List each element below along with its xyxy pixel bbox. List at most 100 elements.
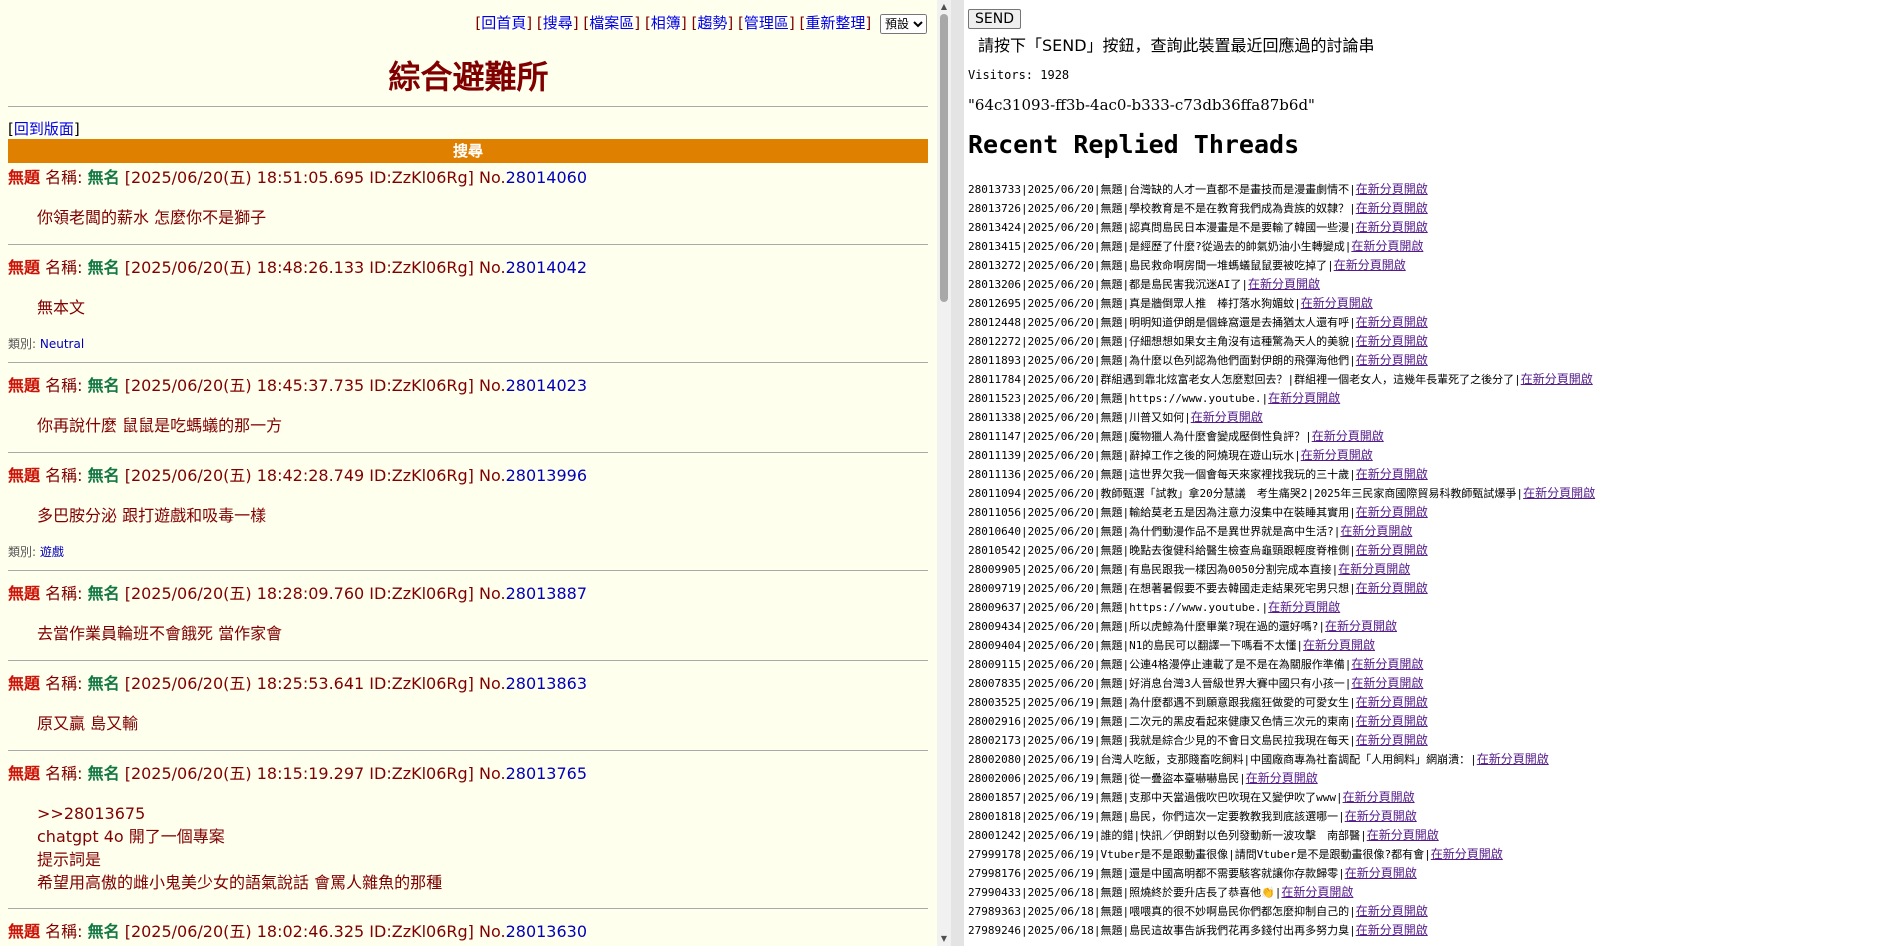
open-new-tab-link[interactable]: 在新分頁開啟 — [1340, 524, 1412, 538]
open-new-tab-link[interactable]: 在新分頁開啟 — [1356, 714, 1428, 728]
open-new-tab-link[interactable]: 在新分頁開啟 — [1191, 410, 1263, 424]
send-button[interactable]: SEND — [968, 9, 1021, 29]
thread-row: 28011136|2025/06/20|無題|這世界欠我一個會每天來家裡找我玩的… — [968, 465, 1595, 484]
top-nav: [回首頁] [搜尋] [檔案區] [相簿] [趨勢] [管理區] [重新整理] … — [475, 12, 927, 34]
open-new-tab-link[interactable]: 在新分頁開啟 — [1356, 182, 1428, 196]
bracket: ] — [634, 14, 641, 32]
open-new-tab-link[interactable]: 在新分頁開啟 — [1356, 581, 1428, 595]
open-new-tab-link[interactable]: 在新分頁開啟 — [1523, 486, 1595, 500]
post-header: 無題 名稱: 無名 [2025/06/20(五) 18:45:37.735 ID… — [8, 376, 928, 396]
post-number-link[interactable]: 28013996 — [506, 466, 587, 485]
open-new-tab-link[interactable]: 在新分頁開啟 — [1356, 201, 1428, 215]
poster-name: 無名 — [87, 764, 120, 783]
thread-info: 28012448|2025/06/20|無題|明明知道伊朗是個蜂窩還是去捅猶太人… — [968, 316, 1356, 329]
post: 無題 名稱: 無名 [2025/06/20(五) 18:45:37.735 ID… — [8, 376, 928, 437]
open-new-tab-link[interactable]: 在新分頁開啟 — [1356, 543, 1428, 557]
post-line: 多巴胺分泌 跟打遊戲和吸毒一樣 — [37, 506, 267, 525]
open-new-tab-link[interactable]: 在新分頁開啟 — [1356, 695, 1428, 709]
sort-select[interactable]: 預設 — [880, 14, 927, 34]
open-new-tab-link[interactable]: 在新分頁開啟 — [1345, 809, 1417, 823]
open-new-tab-link[interactable]: 在新分頁開啟 — [1356, 220, 1428, 234]
post-number-link[interactable]: 28013887 — [506, 584, 587, 603]
thread-row: 28010640|2025/06/20|無題|為什們動漫作品不是異世界就是高中生… — [968, 522, 1595, 541]
post-number-link[interactable]: 28014023 — [506, 376, 587, 395]
device-id: "64c31093-ff3b-4ac0-b333-c73db36ffa87b6d… — [968, 96, 1315, 114]
post-divider — [8, 570, 928, 571]
scroll-up-icon[interactable]: ▲ — [937, 0, 951, 14]
thread-info: 27989363|2025/06/18|無題|喂喂真的很不妙啊島民你們都怎麼抑制… — [968, 905, 1356, 918]
open-new-tab-link[interactable]: 在新分頁開啟 — [1356, 353, 1428, 367]
thread-row: 28009637|2025/06/20|無題|https://www.youtu… — [968, 598, 1595, 617]
thread-info: 28012272|2025/06/20|無題|仔細想想如果女主角沒有這種驚為天人… — [968, 335, 1356, 348]
thread-row: 27998176|2025/06/19|無題|還是中國高明都不需要駭客就讓你存款… — [968, 864, 1595, 883]
nav-admin-link[interactable]: 管理區 — [744, 14, 789, 32]
open-new-tab-link[interactable]: 在新分頁開啟 — [1477, 752, 1549, 766]
thread-row: 28003525|2025/06/19|無題|為什麼都遇不到願意跟我瘋狂做愛的可… — [968, 693, 1595, 712]
nav-archive-link[interactable]: 檔案區 — [589, 14, 634, 32]
category-link[interactable]: Neutral — [40, 337, 84, 351]
bracket: ] — [73, 120, 80, 138]
open-new-tab-link[interactable]: 在新分頁開啟 — [1301, 448, 1373, 462]
nav-album-link[interactable]: 相簿 — [651, 14, 681, 32]
scroll-down-icon[interactable]: ▼ — [937, 932, 951, 946]
open-new-tab-link[interactable]: 在新分頁開啟 — [1356, 505, 1428, 519]
open-new-tab-link[interactable]: 在新分頁開啟 — [1268, 600, 1340, 614]
open-new-tab-link[interactable]: 在新分頁開啟 — [1521, 372, 1593, 386]
open-new-tab-link[interactable]: 在新分頁開啟 — [1334, 258, 1406, 272]
open-new-tab-link[interactable]: 在新分頁開啟 — [1431, 847, 1503, 861]
open-new-tab-link[interactable]: 在新分頁開啟 — [1356, 334, 1428, 348]
open-new-tab-link[interactable]: 在新分頁開啟 — [1356, 733, 1428, 747]
open-new-tab-link[interactable]: 在新分頁開啟 — [1356, 315, 1428, 329]
post-datetime: [2025/06/20(五) 18:48:26.133 ID:ZzKl06Rg] — [124, 258, 474, 277]
name-label: 名稱: — [45, 466, 88, 485]
post-datetime: [2025/06/20(五) 18:25:53.641 ID:ZzKl06Rg] — [124, 674, 474, 693]
open-new-tab-link[interactable]: 在新分頁開啟 — [1356, 923, 1428, 937]
open-new-tab-link[interactable]: 在新分頁開啟 — [1281, 885, 1353, 899]
post-subject: 無題 — [8, 258, 41, 277]
open-new-tab-link[interactable]: 在新分頁開啟 — [1325, 619, 1397, 633]
open-new-tab-link[interactable]: 在新分頁開啟 — [1343, 790, 1415, 804]
open-new-tab-link[interactable]: 在新分頁開啟 — [1312, 429, 1384, 443]
recent-threads-pane: SEND 請按下「SEND」按鈕，查詢此裝置最近回應過的討論串 Visitors… — [964, 0, 1886, 946]
open-new-tab-link[interactable]: 在新分頁開啟 — [1248, 277, 1320, 291]
thread-row: 28009719|2025/06/20|無題|在想著暑假要不要去韓國走走結果死宅… — [968, 579, 1595, 598]
open-new-tab-link[interactable]: 在新分頁開啟 — [1356, 467, 1428, 481]
post-line: chatgpt 4o 開了一個專案 — [37, 827, 225, 846]
thread-row: 28009115|2025/06/20|無題|公連4格漫停止連載了是不是在為關服… — [968, 655, 1595, 674]
scrollbar[interactable]: ▲ ▼ — [937, 0, 951, 946]
open-new-tab-link[interactable]: 在新分頁開啟 — [1301, 296, 1373, 310]
post-number-link[interactable]: 28013765 — [506, 764, 587, 783]
thread-info: 28009719|2025/06/20|無題|在想著暑假要不要去韓國走走結果死宅… — [968, 582, 1356, 595]
post-number-link[interactable]: 28013863 — [506, 674, 587, 693]
open-new-tab-link[interactable]: 在新分頁開啟 — [1338, 562, 1410, 576]
divider — [8, 106, 928, 107]
post-number-link[interactable]: 28014042 — [506, 258, 587, 277]
open-new-tab-link[interactable]: 在新分頁開啟 — [1345, 866, 1417, 880]
nav-trend-link[interactable]: 趨勢 — [697, 14, 727, 32]
post-number-link[interactable]: 28014060 — [506, 168, 587, 187]
nav-refresh-link[interactable]: 重新整理 — [805, 14, 865, 32]
open-new-tab-link[interactable]: 在新分頁開啟 — [1268, 391, 1340, 405]
name-label: 名稱: — [45, 584, 88, 603]
post-line: 你再說什麼 鼠鼠是吃螞蟻的那一方 — [37, 416, 283, 435]
open-new-tab-link[interactable]: 在新分頁開啟 — [1356, 904, 1428, 918]
thread-info: 28007835|2025/06/20|無題|好消息台灣3人晉級世界大賽中國只有… — [968, 677, 1352, 690]
post-divider — [8, 660, 928, 661]
open-new-tab-link[interactable]: 在新分頁開啟 — [1246, 771, 1318, 785]
open-new-tab-link[interactable]: 在新分頁開啟 — [1351, 239, 1423, 253]
pane-divider[interactable] — [951, 0, 964, 946]
category-link[interactable]: 遊戲 — [40, 545, 64, 559]
post-subject: 無題 — [8, 674, 41, 693]
thread-row: 28011147|2025/06/20|無題|魔物獵人為什麼會變成壓倒性負評？|… — [968, 427, 1595, 446]
back-to-board-link[interactable]: 回到版面 — [14, 120, 74, 138]
nav-search-link[interactable]: 搜尋 — [543, 14, 573, 32]
scrollbar-thumb[interactable] — [940, 14, 948, 302]
thread-info: 28011147|2025/06/20|無題|魔物獵人為什麼會變成壓倒性負評？| — [968, 430, 1312, 443]
open-new-tab-link[interactable]: 在新分頁開啟 — [1303, 638, 1375, 652]
back-to-board: [回到版面] — [8, 118, 80, 139]
open-new-tab-link[interactable]: 在新分頁開啟 — [1351, 657, 1423, 671]
open-new-tab-link[interactable]: 在新分頁開啟 — [1367, 828, 1439, 842]
post-number-link[interactable]: 28013630 — [506, 922, 587, 941]
nav-home-link[interactable]: 回首頁 — [481, 14, 526, 32]
open-new-tab-link[interactable]: 在新分頁開啟 — [1351, 676, 1423, 690]
